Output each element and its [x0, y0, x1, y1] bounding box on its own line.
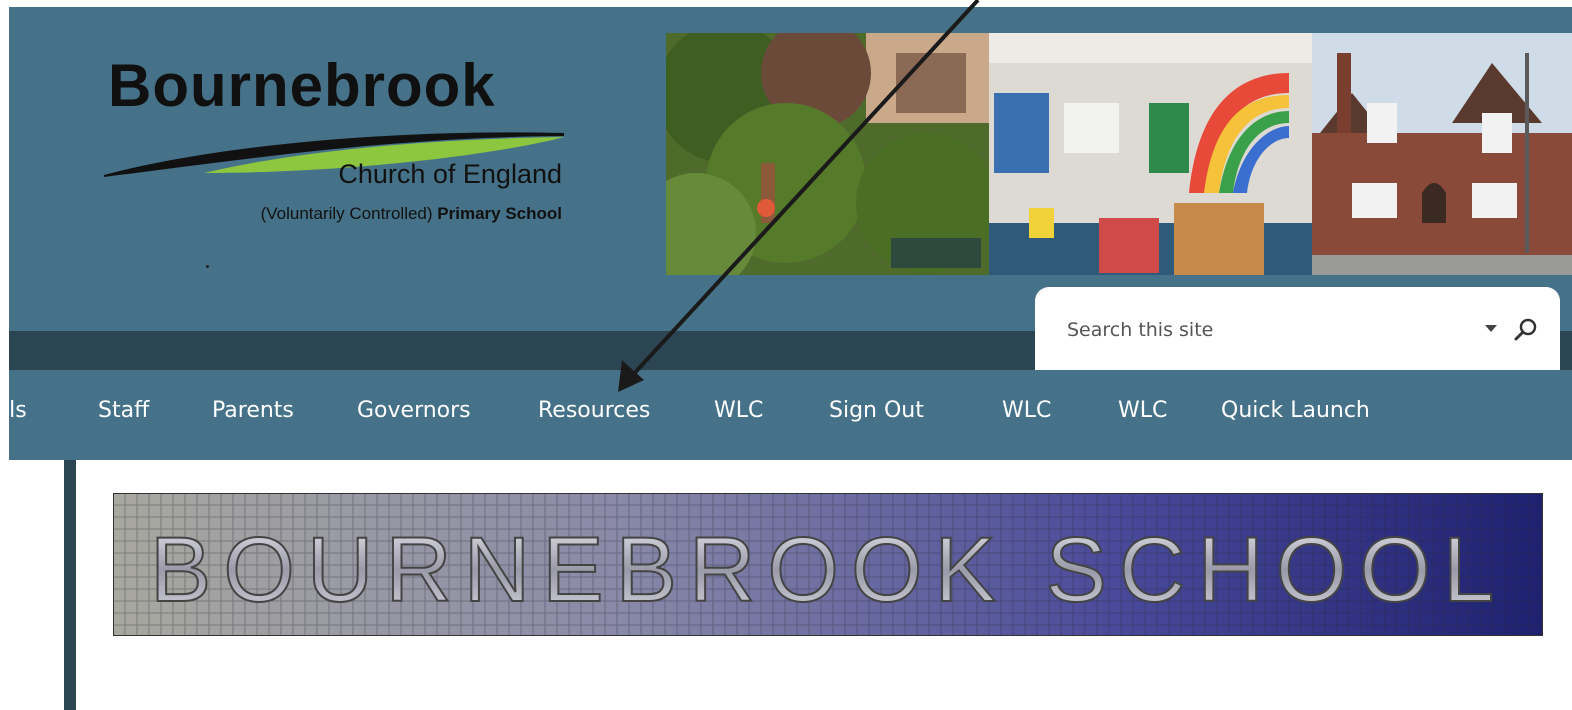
logo-dot: [206, 265, 209, 268]
nav-item-pupils[interactable]: ils: [3, 397, 27, 425]
site-search-box[interactable]: Search this site: [1035, 287, 1560, 370]
school-building-photo: [1312, 33, 1572, 275]
school-banner: BOURNEBROOK SCHOOL: [113, 493, 1543, 636]
nav-item-wlc-2[interactable]: WLC: [1002, 397, 1051, 425]
page-left-edge: [0, 0, 9, 710]
classroom-photo: [989, 33, 1312, 275]
main-navigation: ils Staff Parents Governors Resources WL…: [3, 370, 1572, 460]
nav-item-resources[interactable]: Resources: [538, 397, 650, 425]
nav-item-wlc[interactable]: WLC: [714, 397, 763, 425]
school-logo[interactable]: Bournebrook Church of England (Voluntari…: [96, 55, 566, 285]
nav-item-parents[interactable]: Parents: [212, 397, 294, 425]
logo-subtitle: Church of England: [338, 159, 562, 189]
banner-text: BOURNEBROOK SCHOOL: [150, 519, 1506, 621]
garden-photo: [666, 33, 989, 275]
logo-vc-text: (Voluntarily Controlled): [260, 204, 433, 223]
nav-item-staff[interactable]: Staff: [98, 397, 149, 425]
logo-title: Bournebrook: [108, 52, 496, 119]
content-left-rule: [64, 460, 76, 710]
nav-item-sign-out[interactable]: Sign Out: [829, 397, 924, 425]
logo-primary-text: Primary School: [437, 204, 562, 223]
magnifier-icon[interactable]: [1513, 317, 1539, 343]
nav-item-quick-launch[interactable]: Quick Launch: [1221, 397, 1370, 425]
search-input[interactable]: Search this site: [1067, 319, 1213, 341]
header-photo-strip: [666, 33, 1572, 275]
logo-school-type: (Voluntarily Controlled) Primary School: [261, 203, 562, 225]
caret-down-icon[interactable]: [1485, 325, 1497, 332]
nav-item-wlc-3[interactable]: WLC: [1118, 397, 1167, 425]
nav-item-governors[interactable]: Governors: [357, 397, 471, 425]
